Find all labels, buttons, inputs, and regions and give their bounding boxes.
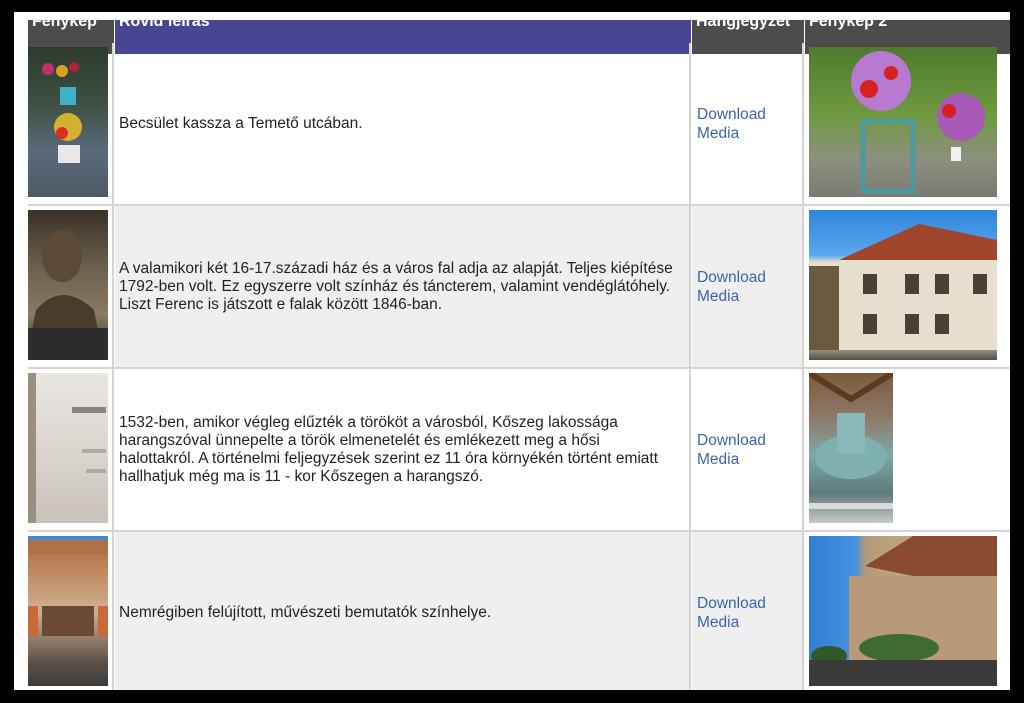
download-cell: Download Media [692, 369, 804, 530]
photo-2-cell [805, 369, 1010, 530]
description-cell: A valamikori két 16-17.századi ház és a … [115, 206, 691, 367]
download-media-link[interactable]: Download Media [697, 105, 766, 143]
download-media-link[interactable]: Download Media [697, 268, 766, 306]
table-row: 1532-ben, amikor végleg elűzték a törökö… [28, 369, 1010, 532]
photo-thumbnail[interactable] [28, 373, 108, 523]
tower-gate-image [28, 540, 108, 636]
window-frame: Fénykép Rövid leírás Hangjegyzet Fénykép… [0, 0, 1024, 703]
theater-building-image [809, 224, 997, 350]
photo-2-cell [805, 532, 1010, 690]
table-row: A valamikori két 16-17.századi ház és a … [28, 206, 1010, 369]
photo-thumbnail[interactable] [28, 210, 108, 360]
memorial-plaque-image [28, 373, 106, 523]
photo-2-image[interactable] [809, 373, 893, 523]
description-text: Becsület kassza a Temető utcában. [119, 114, 363, 132]
photo-thumbnail[interactable] [28, 47, 108, 197]
media-table: Fénykép Rövid leírás Hangjegyzet Fénykép… [14, 12, 1010, 690]
photo-2-cell [805, 43, 1010, 204]
description-cell: Becsület kassza a Temető utcában. [115, 43, 691, 204]
description-text: A valamikori két 16-17.századi ház és a … [119, 259, 673, 313]
bust-statue-image [28, 230, 108, 360]
description-text: Nemrégiben felújított, művészeti bemutat… [119, 603, 492, 621]
download-cell: Download Media [692, 43, 804, 204]
photo-cell [28, 43, 114, 204]
download-media-link[interactable]: Download Media [697, 594, 766, 632]
photo-thumbnail[interactable] [28, 536, 108, 686]
bell-image [809, 373, 893, 509]
download-media-link[interactable]: Download Media [697, 431, 766, 469]
download-cell: Download Media [692, 532, 804, 690]
flower-pots-image [851, 51, 985, 194]
download-cell: Download Media [692, 206, 804, 367]
description-text: 1532-ben, amikor végleg elűzték a törökö… [119, 413, 659, 485]
photo-2-image[interactable] [809, 536, 997, 686]
stone-tower-image [809, 536, 997, 686]
photo-2-image[interactable] [809, 47, 997, 197]
flowers-image [42, 62, 82, 163]
table-row: Becsület kassza a Temető utcában. Downlo… [28, 43, 1010, 206]
description-cell: 1532-ben, amikor végleg elűzték a törökö… [115, 369, 691, 530]
photo-cell [28, 532, 114, 690]
table-row: Nemrégiben felújított, művészeti bemutat… [28, 532, 1010, 690]
description-cell: Nemrégiben felújított, művészeti bemutat… [115, 532, 691, 690]
photo-2-image[interactable] [809, 210, 997, 360]
photo-cell [28, 369, 114, 530]
photo-2-cell [805, 206, 1010, 367]
photo-cell [28, 206, 114, 367]
